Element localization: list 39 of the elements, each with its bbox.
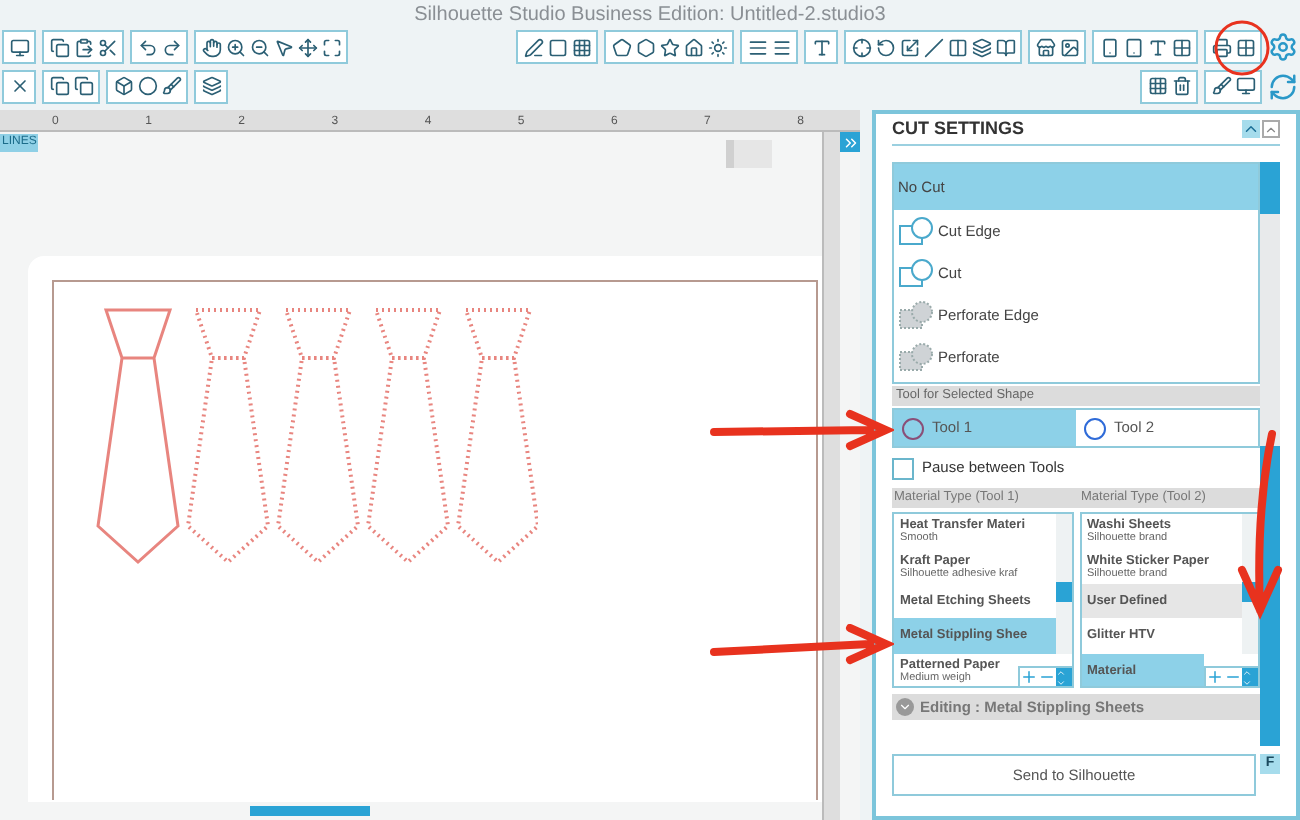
tablet-icon[interactable] — [1122, 33, 1144, 61]
window-title: Silhouette Studio Business Edition: Untitled-2.studio3 — [412, 2, 888, 30]
horizontal-scrollbar[interactable] — [250, 806, 370, 816]
perforated-shape-icon — [898, 300, 934, 330]
perforated-shape-icon — [898, 342, 934, 372]
pause-checkbox[interactable] — [892, 457, 914, 479]
page-preview — [726, 140, 772, 168]
shape-icon[interactable] — [112, 72, 134, 100]
trash-icon[interactable] — [1170, 72, 1192, 100]
paste-icon[interactable] — [72, 33, 94, 61]
hand-icon[interactable] — [200, 33, 222, 61]
move-icon[interactable] — [296, 33, 318, 61]
duplicate-icon[interactable] — [48, 72, 70, 100]
highlight-circle — [1212, 18, 1272, 78]
pen-icon[interactable] — [522, 33, 544, 61]
panel-title: CUT SETTINGS — [892, 115, 1025, 142]
house-icon[interactable] — [682, 33, 704, 61]
star-icon[interactable] — [658, 33, 680, 61]
circle-icon[interactable] — [136, 72, 158, 100]
sun-icon[interactable] — [706, 33, 728, 61]
crosshair-icon[interactable] — [850, 33, 872, 61]
settings-icon[interactable] — [1268, 32, 1298, 62]
collapse-circle-icon[interactable] — [896, 698, 914, 716]
collapse-icon[interactable] — [840, 132, 860, 152]
store-icon[interactable] — [1034, 33, 1056, 61]
phone-icon[interactable] — [1098, 33, 1120, 61]
stack-icon[interactable] — [200, 72, 222, 100]
layers-icon[interactable] — [970, 33, 992, 61]
refresh-icon[interactable] — [1268, 71, 1298, 101]
cut-shape-icon — [898, 216, 934, 246]
print-icon[interactable] — [1210, 33, 1232, 61]
send-panel-icon[interactable] — [1234, 72, 1256, 100]
pentagon-icon[interactable] — [610, 33, 632, 61]
cut-shape-icon — [898, 258, 934, 288]
panel-up-icon[interactable] — [1242, 120, 1260, 138]
brush-icon[interactable] — [160, 72, 182, 100]
copy-icon[interactable] — [48, 33, 70, 61]
panel-up-outline-icon[interactable] — [1262, 120, 1280, 138]
hexagon-icon[interactable] — [634, 33, 656, 61]
